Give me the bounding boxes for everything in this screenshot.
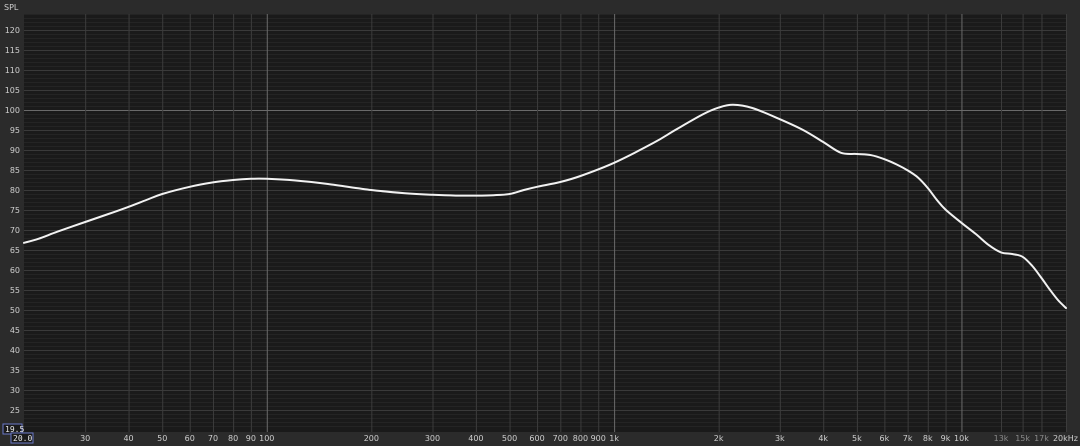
y-tick-label: 55 [10,286,20,295]
x-tick-label: 800 [573,434,588,443]
x-tick-label: 400 [468,434,483,443]
x-tick-label: 4k [818,434,828,443]
x-tick-label: 5k [852,434,862,443]
y-tick-label: 60 [10,266,20,275]
y-tick-label: 30 [10,386,20,395]
y-tick-label: 100 [5,106,20,115]
x-tick-label: 100 [259,434,274,443]
x-tick-label: 300 [425,434,440,443]
y-tick-label: 40 [10,346,20,355]
x-tick-label: 900 [591,434,606,443]
frequency-response-chart: 25 30 35 40 45 50 55 60 65 70 75 80 85 90 95 100 105 110 1… [0,0,1080,446]
y-tick-label: 85 [10,166,20,175]
x-tick-label: 40 [123,434,133,443]
x-tick-label: 15k [1015,434,1030,443]
y-tick-label: 120 [5,26,20,35]
x-tick-label: 3k [775,434,785,443]
y-tick-label: 65 [10,246,20,255]
y-tick-label: 75 [10,206,20,215]
x-tick-label: 9k [941,434,951,443]
x-tick-label: 700 [553,434,568,443]
x-tick-label: 80 [228,434,238,443]
x-tick-label: 10k [954,434,969,443]
x-tick-label: 6k [880,434,890,443]
y-tick-label: 80 [10,186,20,195]
x-tick-label: 50 [157,434,167,443]
x-tick-label: 13k [994,434,1009,443]
x-tick-label: 2k [714,434,724,443]
y-axis-label: SPL [4,3,19,12]
x-tick-label: 30 [80,434,90,443]
y-tick-label: 110 [5,66,20,75]
y-tick-label: 105 [5,86,20,95]
x-tick-label: 600 [529,434,544,443]
x-tick-label: 1k [609,434,619,443]
x-tick-label: 20kHz [1053,434,1078,443]
y-tick-label: 25 [10,406,20,415]
x-tick-label: 17k [1034,434,1049,443]
y-tick-label: 50 [10,306,20,315]
y-tick-label: 70 [10,226,20,235]
x-tick-label: 60 [185,434,195,443]
x-tick-label: 200 [364,434,379,443]
x-tick-label: 500 [502,434,517,443]
x-tick-label: 7k [903,434,913,443]
x-min-label: 20.0 [13,434,32,443]
y-tick-label: 45 [10,326,20,335]
y-tick-label: 115 [5,46,20,55]
x-min-box: 20.0 [10,432,34,444]
x-tick-labels: 30 40 50 60 70 80 90 100 200 300 400 500 600 700 800 90… [80,434,1078,443]
y-tick-label: 35 [10,366,20,375]
y-tick-label: 95 [10,126,20,135]
x-tick-label: 8k [923,434,933,443]
x-tick-label: 70 [208,434,218,443]
y-tick-label: 90 [10,146,20,155]
x-tick-label: 90 [246,434,256,443]
